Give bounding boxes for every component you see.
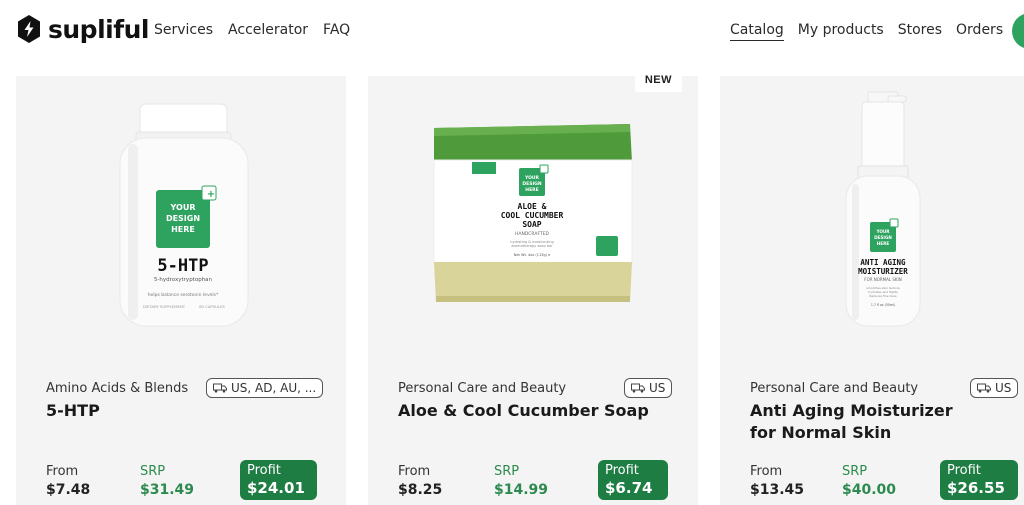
account-nav: Catalog My products Stores Orders bbox=[730, 22, 1003, 41]
from-label: From bbox=[46, 464, 79, 479]
profit-value: $6.74 bbox=[605, 479, 653, 497]
nav-accelerator[interactable]: Accelerator bbox=[228, 22, 308, 38]
from-price: $8.25 bbox=[398, 482, 443, 498]
product-image-pump-bottle: YOUR DESIGN HERE ANTI AGING MOISTURIZER … bbox=[845, 91, 921, 327]
product-card-anti-aging-moisturizer[interactable]: YOUR DESIGN HERE ANTI AGING MOISTURIZER … bbox=[720, 76, 1024, 505]
nav-stores[interactable]: Stores bbox=[898, 22, 942, 41]
bottle-tagline3: Reduces fine lines bbox=[869, 294, 897, 298]
shipping-regions: US, AD, AU, ... bbox=[231, 381, 317, 395]
profit-box: Profit $24.01 bbox=[240, 460, 317, 500]
profit-label: Profit bbox=[247, 463, 281, 478]
design-text-line2: DESIGN bbox=[522, 181, 541, 187]
shipping-regions: US bbox=[995, 381, 1012, 395]
shipping-regions: US bbox=[649, 381, 666, 395]
primary-nav: Services Accelerator FAQ bbox=[154, 22, 350, 38]
profit-value: $24.01 bbox=[247, 479, 305, 497]
product-card-aloe-soap[interactable]: YOUR DESIGN HERE ALOE & COOL CUCUMBER SO… bbox=[368, 68, 698, 505]
soap-name-line3: SOAP bbox=[522, 220, 541, 229]
truck-icon bbox=[977, 383, 991, 393]
nav-catalog[interactable]: Catalog bbox=[730, 22, 784, 41]
shipping-badge: US bbox=[970, 378, 1019, 398]
soap-subtitle: HANDCRAFTED bbox=[515, 231, 550, 237]
soap-name-line1: ALOE & bbox=[518, 202, 547, 211]
logo-bolt-icon bbox=[18, 15, 40, 43]
soap-tagline2: aromatherapy soap bar bbox=[511, 244, 553, 248]
nav-my-products[interactable]: My products bbox=[798, 22, 884, 41]
profit-box: Profit $26.55 bbox=[940, 460, 1018, 500]
nav-services[interactable]: Services bbox=[154, 22, 213, 38]
top-navigation: supliful Services Accelerator FAQ Catalo… bbox=[0, 0, 1024, 62]
new-badge: NEW bbox=[634, 68, 682, 92]
from-price: $13.45 bbox=[750, 482, 805, 498]
profit-label: Profit bbox=[605, 463, 639, 478]
bottle-footer-right: 60 CAPSULES bbox=[199, 304, 225, 309]
svg-text:+: + bbox=[207, 189, 215, 200]
bottle-volume: 1.7 fl oz (50ml) bbox=[871, 303, 895, 307]
srp-price: $40.00 bbox=[842, 482, 897, 498]
bottle-subtitle: FOR NORMAL SKIN bbox=[864, 277, 901, 282]
truck-icon bbox=[631, 383, 645, 393]
logo-text: supliful bbox=[48, 14, 149, 44]
soap-weight: Net Wt. 4oz (113g) e bbox=[514, 253, 551, 257]
user-avatar[interactable] bbox=[1012, 13, 1024, 49]
product-image-soap: YOUR DESIGN HERE ALOE & COOL CUCUMBER SO… bbox=[433, 124, 633, 302]
nav-faq[interactable]: FAQ bbox=[323, 22, 350, 38]
bottle-name-line2: MOISTURIZER bbox=[858, 267, 908, 276]
product-image-bottle: + YOUR DESIGN HERE 5-HTP 5-hydroxytrypto… bbox=[119, 103, 249, 327]
bottle-name: 5-HTP bbox=[157, 256, 208, 276]
logo[interactable]: supliful bbox=[16, 14, 149, 44]
shipping-badge: US, AD, AU, ... bbox=[206, 378, 324, 398]
profit-label: Profit bbox=[947, 463, 981, 478]
srp-label: SRP bbox=[842, 464, 868, 479]
product-title[interactable]: Aloe & Cool Cucumber Soap bbox=[398, 400, 678, 422]
design-text-line3: HERE bbox=[525, 187, 538, 193]
design-text-line1: YOUR bbox=[875, 229, 890, 234]
profit-box: Profit $6.74 bbox=[598, 460, 668, 500]
design-text-line3: HERE bbox=[171, 225, 195, 234]
shipping-badge: US bbox=[624, 378, 673, 398]
product-category: Personal Care and Beauty bbox=[398, 381, 567, 396]
nav-orders[interactable]: Orders bbox=[956, 22, 1003, 41]
from-label: From bbox=[398, 464, 431, 479]
bottle-subtitle: 5-hydroxytryptophan bbox=[154, 277, 213, 283]
design-text-line1: YOUR bbox=[524, 175, 540, 181]
bottle-tagline: helps balance serotonin levels* bbox=[148, 292, 219, 298]
from-label: From bbox=[750, 464, 783, 479]
design-text-line2: DESIGN bbox=[166, 214, 200, 223]
soap-name-line2: COOL CUCUMBER bbox=[501, 211, 564, 220]
design-text-line2: DESIGN bbox=[874, 235, 892, 240]
bottle-name-line1: ANTI AGING bbox=[860, 258, 906, 267]
from-price: $7.48 bbox=[46, 482, 91, 498]
design-text-line1: YOUR bbox=[170, 203, 196, 212]
product-category: Personal Care and Beauty bbox=[750, 381, 919, 396]
product-category: Amino Acids & Blends bbox=[46, 381, 189, 396]
product-title[interactable]: 5-HTP bbox=[46, 400, 296, 422]
design-text-line3: HERE bbox=[877, 241, 890, 246]
srp-label: SRP bbox=[494, 464, 520, 479]
product-card-5-htp[interactable]: + YOUR DESIGN HERE 5-HTP 5-hydroxytrypto… bbox=[16, 76, 346, 505]
srp-price: $14.99 bbox=[494, 482, 549, 498]
truck-icon bbox=[213, 383, 227, 393]
profit-value: $26.55 bbox=[947, 479, 1005, 497]
bottle-footer-left: DIETARY SUPPLEMENT bbox=[143, 304, 186, 309]
srp-price: $31.49 bbox=[140, 482, 195, 498]
srp-label: SRP bbox=[140, 464, 166, 479]
product-title[interactable]: Anti Aging Moisturizer for Normal Skin bbox=[750, 400, 980, 444]
